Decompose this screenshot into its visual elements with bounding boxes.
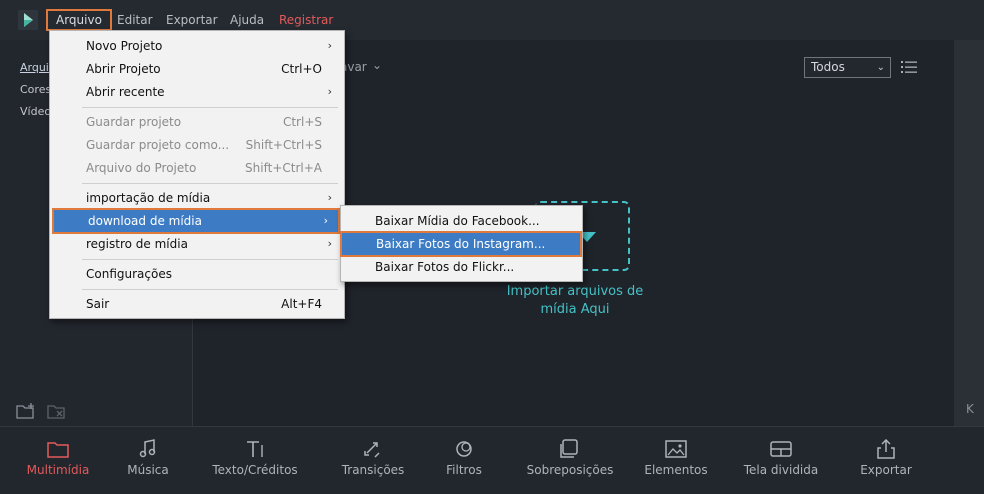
shortcut-label: Ctrl+O	[281, 62, 322, 76]
sidebar-item-video[interactable]: Vídeo	[20, 105, 51, 118]
overlay-icon	[560, 439, 578, 458]
right-panel-mark: K	[966, 402, 974, 416]
import-drop-label: Importar arquivos de mídia Aqui	[506, 284, 644, 317]
menu-item-media-record[interactable]: registro de mídia ›	[52, 233, 342, 255]
tool-overlays[interactable]: Sobreposições	[518, 427, 622, 494]
chevron-down-icon: ⌄	[876, 62, 885, 73]
menu-item-media-download[interactable]: download de mídia ›	[52, 208, 340, 234]
submenu-item-facebook[interactable]: Baixar Mídia do Facebook...	[341, 210, 582, 232]
menu-separator	[82, 107, 338, 108]
chevron-right-icon: ›	[327, 237, 332, 250]
shortcut-label: Alt+F4	[281, 297, 322, 311]
delete-folder-icon[interactable]	[47, 402, 67, 420]
menu-item-new-project[interactable]: Novo Projeto ›	[52, 35, 342, 57]
menu-separator	[82, 183, 338, 184]
text-icon	[247, 441, 263, 457]
filter-dropdown[interactable]: Todos ⌄	[804, 57, 891, 78]
shortcut-label: Shift+Ctrl+A	[245, 161, 322, 175]
menu-separator	[82, 259, 338, 260]
chevron-right-icon: ›	[323, 214, 328, 227]
chevron-down-icon[interactable]: ⌄	[372, 58, 382, 72]
media-download-submenu: Baixar Mídia do Facebook... Baixar Fotos…	[340, 205, 583, 282]
right-panel-strip	[954, 40, 984, 426]
menu-exportar[interactable]: Exportar	[166, 12, 218, 28]
menu-arquivo[interactable]: Arquivo	[46, 9, 112, 31]
menu-item-open-project[interactable]: Abrir Projeto Ctrl+O	[52, 58, 342, 80]
chevron-right-icon: ›	[327, 85, 332, 98]
menu-item-open-recent[interactable]: Abrir recente ›	[52, 81, 342, 103]
new-folder-icon[interactable]	[16, 402, 36, 420]
menu-registrar[interactable]: Registrar	[279, 12, 333, 28]
menu-item-project-archive: Arquivo do Projeto Shift+Ctrl+A	[52, 157, 342, 179]
music-note-icon	[139, 439, 156, 458]
shortcut-label: Shift+Ctrl+S	[245, 138, 322, 152]
tool-filters[interactable]: Filtros	[428, 427, 500, 494]
menu-item-save-project: Guardar projeto Ctrl+S	[52, 111, 342, 133]
menu-item-media-import[interactable]: importação de mídia ›	[52, 187, 342, 209]
tool-music[interactable]: Música	[113, 427, 183, 494]
file-menu: Novo Projeto › Abrir Projeto Ctrl+O Abri…	[49, 30, 345, 319]
image-icon	[665, 440, 687, 458]
list-view-icon[interactable]	[901, 60, 917, 74]
filter-icon	[456, 441, 472, 457]
tool-split-screen[interactable]: Tela dividida	[735, 427, 827, 494]
tool-elements[interactable]: Elementos	[636, 427, 716, 494]
menu-item-save-project-as: Guardar projeto como... Shift+Ctrl+S	[52, 134, 342, 156]
menu-item-exit[interactable]: Sair Alt+F4	[52, 293, 342, 315]
menu-separator	[82, 289, 338, 290]
shortcut-label: Ctrl+S	[282, 115, 322, 129]
submenu-item-instagram[interactable]: Baixar Fotos do Instagram...	[340, 231, 582, 257]
tool-multimedia[interactable]: Multimídia	[18, 427, 98, 494]
submenu-item-flickr[interactable]: Baixar Fotos do Flickr...	[341, 256, 582, 278]
chevron-right-icon: ›	[327, 191, 332, 204]
split-screen-icon	[770, 441, 792, 457]
tool-transitions[interactable]: Transições	[323, 427, 423, 494]
transition-icon	[364, 442, 380, 458]
app-logo-icon	[18, 10, 38, 30]
filter-value: Todos	[811, 60, 845, 74]
chevron-right-icon: ›	[327, 39, 332, 52]
menu-ajuda[interactable]: Ajuda	[230, 12, 264, 28]
tool-export[interactable]: Exportar	[850, 427, 922, 494]
bottom-toolbar: Multimídia Música Texto/Créditos Transiç…	[0, 426, 984, 494]
tool-text-credits[interactable]: Texto/Créditos	[205, 427, 305, 494]
sidebar-item-colors[interactable]: Cores	[20, 83, 51, 96]
folder-icon	[47, 442, 69, 458]
menu-item-settings[interactable]: Configurações	[52, 263, 342, 285]
menu-editar[interactable]: Editar	[117, 12, 153, 28]
export-icon	[877, 439, 895, 459]
